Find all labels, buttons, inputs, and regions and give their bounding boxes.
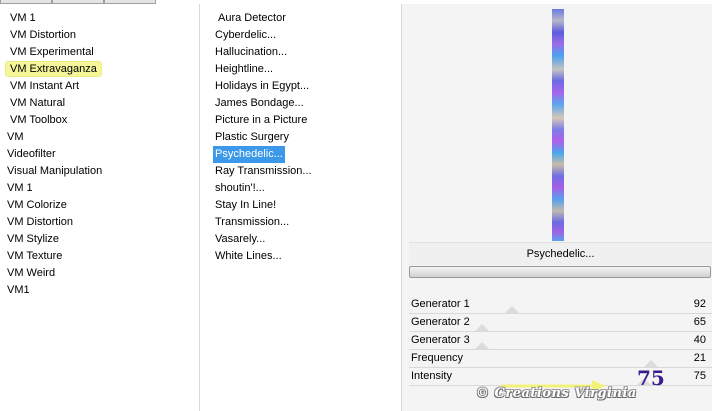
category-item[interactable]: VM Texture	[0, 248, 102, 265]
filter-label: Hallucination...	[215, 46, 288, 58]
filter-label: Holidays in Egypt...	[215, 80, 310, 92]
param-label: Generator 1	[411, 298, 470, 310]
param-value: 75	[693, 370, 706, 382]
param-slider[interactable]: Frequency 21	[409, 350, 712, 368]
filter-item[interactable]: Heightline...	[213, 61, 314, 78]
filter-label: shoutin'!...	[215, 182, 265, 194]
filter-label: James Bondage...	[215, 97, 304, 109]
param-value: 65	[693, 316, 706, 328]
filter-item[interactable]: Cyberdelic...	[213, 27, 314, 44]
preview-panel: Psychedelic... Generator 1 92 Generator 2 6…	[402, 4, 712, 411]
category-label: VM 1	[7, 182, 33, 194]
filter-item[interactable]: Aura Detector	[213, 10, 314, 27]
filter-label: Transmission...	[215, 216, 290, 228]
filter-label: Ray Transmission...	[215, 165, 312, 177]
preview-filter-name: Psychedelic...	[409, 242, 712, 265]
filter-item[interactable]: Transmission...	[213, 214, 314, 231]
category-item[interactable]: VM Natural	[0, 95, 102, 112]
filter-label: Psychedelic...	[213, 146, 285, 163]
param-label: Generator 3	[411, 334, 470, 346]
filter-label: Stay In Line!	[215, 199, 277, 211]
progress-bar	[409, 266, 711, 278]
param-value: 40	[693, 334, 706, 346]
param-slider[interactable]: Generator 2 65	[409, 314, 712, 332]
category-item[interactable]: VM 1	[0, 180, 102, 197]
filter-item[interactable]: Vasarely...	[213, 231, 314, 248]
category-label: VM Distortion	[10, 29, 77, 41]
panel-divider	[199, 4, 200, 411]
category-item[interactable]: VM Weird	[0, 265, 102, 282]
category-item[interactable]: VM 1	[0, 10, 102, 27]
parameter-list: Generator 1 92 Generator 2 65 Generator 3 40 F…	[409, 296, 712, 386]
filter-item[interactable]: Stay In Line!	[213, 197, 314, 214]
filter-item[interactable]: Hallucination...	[213, 44, 314, 61]
filter-item[interactable]: Plastic Surgery	[213, 129, 314, 146]
watermark: © Creations Virginia	[476, 386, 637, 401]
category-label: VM Weird	[7, 267, 56, 279]
category-list-panel[interactable]: VM 1 VM Distortion VM Experimental VM Extra…	[0, 4, 200, 411]
slider-thumb[interactable]	[505, 306, 519, 313]
category-label: VM1	[7, 284, 30, 296]
category-item[interactable]: Visual Manipulation	[0, 163, 102, 180]
filter-label: Picture in a Picture	[215, 114, 308, 126]
filter-label: Aura Detector	[218, 12, 286, 24]
category-label: VM Natural	[10, 97, 66, 109]
filter-item[interactable]: James Bondage...	[213, 95, 314, 112]
param-value: 92	[693, 298, 706, 310]
filter-item[interactable]: Picture in a Picture	[213, 112, 314, 129]
param-value: 21	[693, 352, 706, 364]
category-label: VM Instant Art	[10, 80, 80, 92]
category-label: VM Toolbox	[10, 114, 68, 126]
slider-thumb[interactable]	[475, 342, 489, 349]
category-label: Videofilter	[7, 148, 56, 160]
filter-item[interactable]: White Lines...	[213, 248, 314, 265]
filter-item[interactable]: Ray Transmission...	[213, 163, 314, 180]
category-label: VM Stylize	[7, 233, 59, 245]
filter-label: Plastic Surgery	[215, 131, 289, 143]
param-label: Generator 2	[411, 316, 470, 328]
category-label: VM 1	[10, 12, 36, 24]
category-item[interactable]: Videofilter	[0, 146, 102, 163]
category-item[interactable]: VM1	[0, 282, 102, 299]
category-label: VM Distortion	[7, 216, 74, 228]
category-label: Visual Manipulation	[7, 165, 103, 177]
category-label: VM Colorize	[7, 199, 67, 211]
filter-label: White Lines...	[215, 250, 282, 262]
category-item[interactable]: VM Distortion	[0, 214, 102, 231]
category-label: VM Texture	[7, 250, 63, 262]
filter-label: Heightline...	[215, 63, 274, 75]
category-item[interactable]: VM Colorize	[0, 197, 102, 214]
category-item[interactable]: VM	[0, 129, 102, 146]
param-label: Intensity	[411, 370, 452, 382]
filter-list-panel[interactable]: Aura Detector Cyberdelic... Hallucination.…	[208, 4, 400, 411]
filter-label: Cyberdelic...	[215, 29, 277, 41]
category-label: VM	[7, 131, 24, 143]
category-item[interactable]: VM Extravaganza	[0, 61, 102, 78]
category-item[interactable]: VM Stylize	[0, 231, 102, 248]
category-item[interactable]: VM Experimental	[0, 44, 102, 61]
category-item[interactable]: VM Instant Art	[0, 78, 102, 95]
category-item[interactable]: VM Toolbox	[0, 112, 102, 129]
category-item[interactable]: VM Distortion	[0, 27, 102, 44]
filter-list[interactable]: Aura Detector Cyberdelic... Hallucination.…	[213, 10, 314, 265]
progress-fill	[410, 267, 710, 277]
psychedelic-preview-strip	[552, 9, 564, 241]
filter-item[interactable]: Holidays in Egypt...	[213, 78, 314, 95]
filter-item[interactable]: Psychedelic...	[213, 146, 314, 163]
slider-thumb[interactable]	[475, 324, 489, 331]
param-label: Frequency	[411, 352, 463, 364]
annotation-value: 75	[637, 366, 665, 390]
category-list[interactable]: VM 1 VM Distortion VM Experimental VM Extra…	[0, 10, 102, 299]
category-label: VM Experimental	[10, 46, 94, 58]
filter-label: Vasarely...	[215, 233, 266, 245]
param-slider[interactable]: Generator 3 40	[409, 332, 712, 350]
preview-image	[552, 9, 564, 241]
param-slider[interactable]: Generator 1 92	[409, 296, 712, 314]
category-label: VM Extravaganza	[6, 62, 101, 76]
filter-item[interactable]: shoutin'!...	[213, 180, 314, 197]
